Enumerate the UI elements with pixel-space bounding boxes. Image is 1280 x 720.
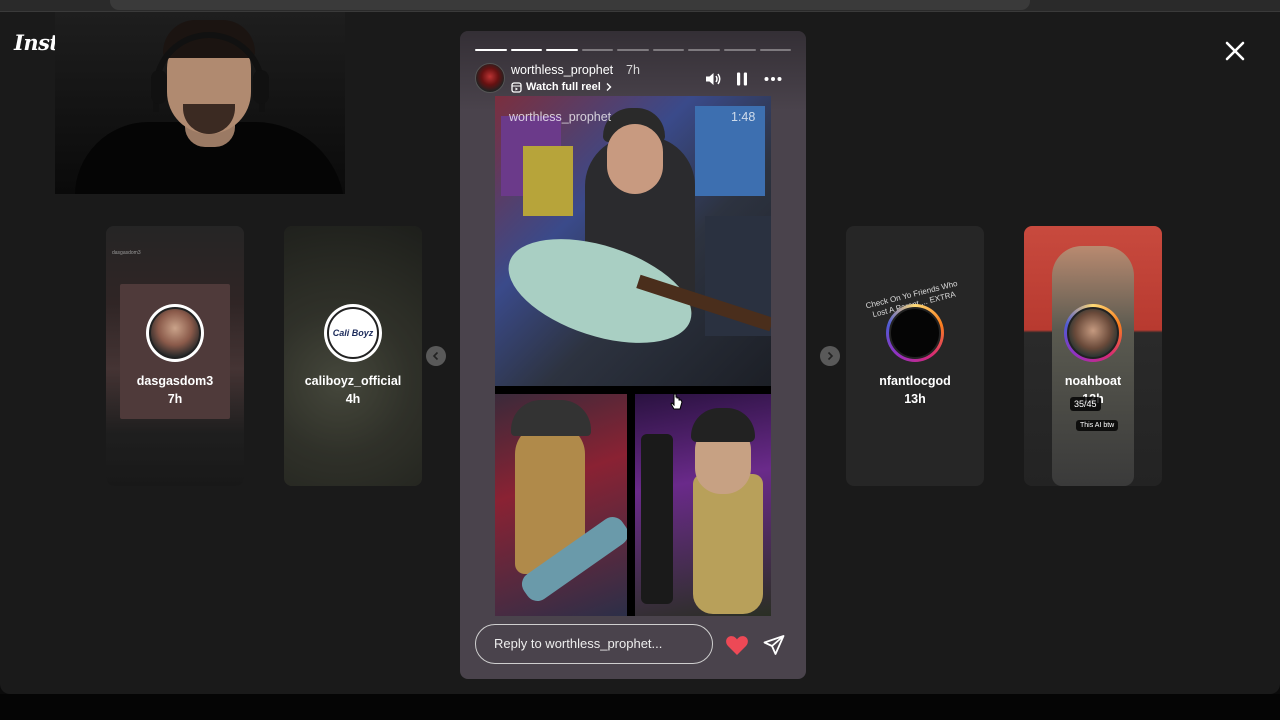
story-card-dasgasdom3[interactable]: dasgasdom3 dasgasdom3 7h [106, 226, 244, 486]
video-frame-bottom-left [495, 394, 627, 616]
story-ring [146, 304, 204, 362]
watch-full-reel-link[interactable]: Watch full reel [511, 81, 612, 93]
pause-button[interactable] [732, 69, 752, 89]
ai-label-badge: This AI btw [1076, 420, 1119, 431]
more-options-button[interactable] [763, 69, 783, 89]
story-age: 4h [345, 392, 361, 406]
avatar [889, 307, 941, 359]
story-age: 7h [167, 392, 183, 406]
story-ring [1064, 304, 1122, 362]
webcam-overlay [55, 12, 345, 194]
send-icon [763, 635, 785, 655]
progress-segment [546, 49, 578, 51]
story-media[interactable]: worthless_prophet 1:48 [495, 96, 771, 616]
next-story-button[interactable] [820, 346, 840, 366]
chevron-right-icon [827, 351, 834, 361]
browser-toolbar [0, 0, 1280, 12]
like-button[interactable] [725, 634, 749, 656]
story-ring: Cali Boyz [324, 304, 382, 362]
story-card-caliboyz-official[interactable]: Cali Boyz caliboyz_official 4h [284, 226, 422, 486]
story-age: 13h [904, 392, 926, 406]
progress-segment [688, 49, 720, 51]
story-card-noahboat[interactable]: noahboat 12h [1024, 226, 1162, 486]
avatar: Cali Boyz [327, 307, 379, 359]
reel-icon [511, 81, 522, 93]
address-bar[interactable] [110, 0, 1030, 10]
story-counter-badge: 35/45 [1070, 397, 1101, 411]
story-viewer: worthless_prophet 7h Watch full reel wor… [460, 31, 806, 679]
owner-username[interactable]: worthless_prophet [511, 63, 613, 77]
pause-icon [737, 72, 747, 86]
media-overlay-username: worthless_prophet [509, 110, 612, 124]
more-icon [764, 77, 782, 81]
progress-segment [475, 49, 507, 51]
story-username: caliboyz_official [304, 374, 402, 388]
story-card-nfantlocgod[interactable]: Check On Yo Friends Who Lost A Parent ..… [846, 226, 984, 486]
owner-avatar[interactable] [475, 63, 505, 93]
video-frame-top: worthless_prophet 1:48 [495, 96, 771, 386]
browser-window: Instagram dasgasdom3 dasgasdom3 7h [0, 0, 1280, 694]
progress-segment [510, 49, 543, 51]
story-username: noahboat [1064, 374, 1122, 388]
owner-post-age: 7h [626, 63, 640, 77]
story-username: nfantlocgod [879, 374, 951, 388]
media-overlay-duration: 1:48 [731, 110, 756, 124]
story-ring [886, 304, 944, 362]
share-button[interactable] [762, 633, 786, 657]
progress-segment [617, 49, 649, 51]
chevron-right-icon [606, 83, 612, 91]
avatar-logo-text: Cali Boyz [332, 328, 374, 338]
progress-segment [759, 49, 792, 51]
close-button[interactable] [1220, 36, 1250, 66]
progress-segment [652, 49, 685, 51]
story-username: dasgasdom3 [136, 374, 214, 388]
heart-icon [726, 636, 748, 655]
progress-segment [723, 49, 756, 51]
mouse-cursor-icon [670, 393, 683, 410]
reply-input[interactable]: Reply to worthless_prophet... [475, 624, 713, 664]
progress-segment [581, 49, 614, 51]
watch-full-reel-label: Watch full reel [526, 81, 601, 93]
previous-story-button[interactable] [426, 346, 446, 366]
video-frame-bottom-right [635, 394, 771, 616]
sound-button[interactable] [703, 69, 723, 89]
close-icon [1225, 41, 1245, 61]
desktop-background [0, 694, 1280, 720]
story-progress-bar [475, 49, 792, 51]
volume-icon [706, 73, 721, 85]
avatar [1067, 307, 1119, 359]
avatar [149, 307, 201, 359]
chevron-left-icon [432, 351, 439, 361]
